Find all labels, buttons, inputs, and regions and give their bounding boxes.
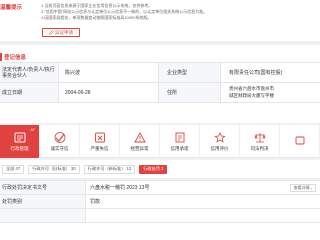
founded-date-label: 成立日期 <box>0 83 58 102</box>
filter-bar: 全部 47 行政许可（旧标准） 30 行政许可（新标准） 12 行政处罚 2 <box>0 160 320 178</box>
tab-label: 司法判决 <box>250 145 269 151</box>
appeal-button[interactable]: 异议申请 <box>42 28 80 37</box>
tab-label: 行政管理 <box>10 145 29 151</box>
table-row: 处罚类别 罚款 <box>0 195 320 209</box>
tab-label: 诚实守信 <box>50 145 69 151</box>
filter-penalty[interactable]: 行政处罚 2 <box>139 164 168 174</box>
admin-icon <box>13 132 27 144</box>
tab-business-abnormal[interactable]: 经营异常 <box>120 125 160 158</box>
address-line: 城区财政局大厦写字楼 <box>229 93 274 98</box>
table-row <box>0 209 320 223</box>
tab-honesty[interactable]: 诚实守信 <box>40 125 80 158</box>
table-row: 成立日期 2004-06-28 住所 贵州省六盘水市盘州市 城区财政局大厦写字楼 <box>0 83 320 103</box>
address-value: 贵州省六盘水市盘州市 城区财政局大厦写字楼 <box>220 83 320 102</box>
address-line: 贵州省六盘水市盘州市 <box>229 86 274 91</box>
notice-line: 4.因国家局相关，单项数据变动按照国家标准局10000系统版。 <box>41 15 152 20</box>
table-row: 行政处罚决定书文号 六盘水税一稽罚 2023 13号 查看详情 › <box>0 181 320 195</box>
founded-date-value: 2004-06-28 <box>58 83 158 102</box>
notice-panel: 温馨提示 1.当前页面信息来源于国家企业信用信息公示系统，仅供参考。 3."信用… <box>0 0 320 41</box>
decision-number-value: 六盘水税一稽罚 2023 13号 <box>85 181 149 194</box>
filter-license-new[interactable]: 行政许可（新标准） 12 <box>83 164 136 174</box>
edit-icon <box>49 29 54 36</box>
honesty-icon <box>53 132 67 144</box>
tab-credit-evaluation[interactable]: 信用评价 <box>200 125 240 158</box>
registration-title: 登记信息 <box>4 54 27 61</box>
penalty-category-value: 罚款 <box>85 195 100 208</box>
tab-count: 47 <box>30 127 35 132</box>
view-detail-button[interactable]: 查看详情 › <box>289 184 316 192</box>
legal-rep-value: 陈兴波 <box>58 63 158 82</box>
tab-label: 严重失信 <box>90 145 109 151</box>
view-detail-label: 查看详情 <box>293 185 310 190</box>
company-type-label: 企业类型 <box>158 63 220 82</box>
category-tabs: 47 行政管理 诚实守信 严重失信 经营异常 信用承诺 信用评价 司法判决 <box>0 125 320 158</box>
penalty-record: 行政处罚决定书文号 六盘水税一稽罚 2023 13号 查看详情 › 处罚类别 罚… <box>0 180 320 240</box>
credit-commitment-icon <box>173 132 187 144</box>
row-value <box>85 209 90 222</box>
notice-tag: 温馨提示 <box>0 5 23 11</box>
company-type-value: 有限责任公司(国有控股) <box>220 63 320 82</box>
appeal-label: 异议申请 <box>55 29 73 35</box>
credit-evaluation-icon <box>213 132 227 144</box>
registration-table: 法定代表人/负责人/执行事务合伙人 陈兴波 企业类型 有限责任公司(国有控股) … <box>0 62 320 103</box>
tab-more[interactable] <box>280 125 320 158</box>
business-abnormal-icon <box>133 132 147 144</box>
more-icon <box>293 135 307 147</box>
judicial-icon <box>253 132 267 144</box>
filter-license-old[interactable]: 行政许可（旧标准） 30 <box>28 164 80 174</box>
tab-credit-commitment[interactable]: 信用承诺 <box>160 125 200 158</box>
penalty-category-label: 处罚类别 <box>0 195 85 208</box>
table-row: 法定代表人/负责人/执行事务合伙人 陈兴波 企业类型 有限责任公司(国有控股) <box>0 63 320 83</box>
tab-label: 信用承诺 <box>170 145 189 151</box>
tab-label: 经营异常 <box>130 145 149 151</box>
tab-label: 信用评价 <box>210 145 229 151</box>
registration-section: 登记信息 法定代表人/负责人/执行事务合伙人 陈兴波 企业类型 有限责任公司(国… <box>0 45 320 123</box>
address-label: 住所 <box>158 83 220 102</box>
serious-dishonesty-icon <box>93 132 107 144</box>
section-title: 登记信息 <box>0 52 26 61</box>
row-label <box>0 209 85 222</box>
filter-all[interactable]: 全部 47 <box>2 164 25 174</box>
chevron-right-icon: › <box>310 185 312 191</box>
decision-number-label: 行政处罚决定书文号 <box>0 181 85 194</box>
tab-judicial[interactable]: 司法判决 <box>240 125 280 158</box>
title-accent-bar <box>0 52 2 61</box>
tab-admin[interactable]: 47 行政管理 <box>0 125 40 158</box>
tab-serious-dishonesty[interactable]: 严重失信 <box>80 125 120 158</box>
legal-rep-label: 法定代表人/负责人/执行事务合伙人 <box>0 63 58 82</box>
